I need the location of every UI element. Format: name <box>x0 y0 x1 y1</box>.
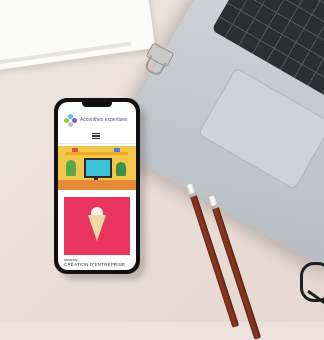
pencil-band <box>211 204 219 210</box>
hamburger-menu-icon[interactable] <box>92 133 100 139</box>
header-divider <box>58 143 136 144</box>
illustration-monitor <box>84 158 112 178</box>
site-brand[interactable]: Accenthes expertises <box>64 114 134 130</box>
laptop-trackpad <box>197 67 324 191</box>
illustration-decor <box>72 148 78 152</box>
cone-shape <box>88 215 106 241</box>
illustration-desk <box>58 180 136 190</box>
post-caption[interactable]: CRÉATION D'ENTREPRISE <box>64 262 125 267</box>
illustration-decor <box>114 148 120 152</box>
phone-screen: Accenthes expertises #startup CRÉATION D… <box>58 102 136 270</box>
smartphone: Accenthes expertises #startup CRÉATION D… <box>54 98 140 274</box>
phone-notch <box>82 102 112 107</box>
illustration-plant <box>66 160 76 176</box>
pencil-band <box>189 192 197 198</box>
hero-illustration <box>58 146 136 190</box>
illustration-plant <box>116 162 126 176</box>
illustration-shelf <box>66 152 128 155</box>
brand-name: Accenthes expertises <box>80 117 128 123</box>
brand-logo-icon <box>64 114 78 128</box>
post-image[interactable] <box>64 197 130 255</box>
